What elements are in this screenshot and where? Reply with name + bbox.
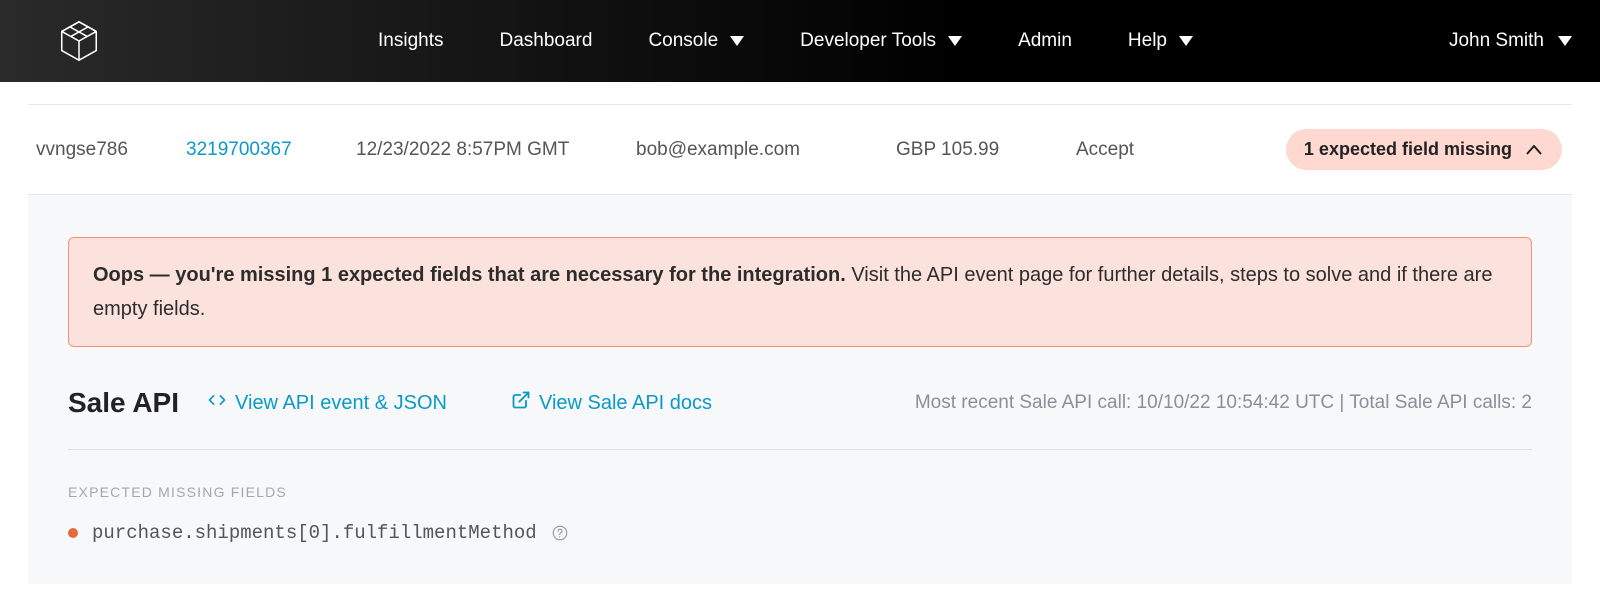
nav-item-developer-tools[interactable]: Developer Tools	[800, 30, 962, 52]
nav-label: Admin	[1018, 30, 1072, 52]
nav-label: Help	[1128, 30, 1167, 52]
nav-items: Insights Dashboard Console Developer Too…	[378, 30, 1572, 52]
api-header: Sale API View API event & JSON View Sale…	[68, 387, 1532, 450]
logo-icon	[56, 18, 102, 64]
status-dot-icon	[68, 528, 78, 538]
alert-bold-text: Oops — you're missing 1 expected fields …	[93, 264, 846, 286]
detail-panel: Oops — you're missing 1 expected fields …	[28, 194, 1572, 584]
chevron-down-icon	[730, 36, 744, 46]
link-label: View API event & JSON	[235, 392, 447, 415]
top-nav: Insights Dashboard Console Developer Too…	[0, 0, 1600, 82]
nav-label: Console	[648, 30, 718, 52]
view-api-event-link[interactable]: View API event & JSON	[207, 390, 447, 416]
nav-item-dashboard[interactable]: Dashboard	[499, 30, 592, 52]
missing-fields-heading: EXPECTED MISSING FIELDS	[68, 484, 1532, 500]
user-name: John Smith	[1449, 30, 1544, 52]
chevron-down-icon	[1558, 36, 1572, 46]
order-email: bob@example.com	[636, 139, 896, 161]
external-link-icon	[511, 390, 531, 416]
api-title: Sale API	[68, 387, 179, 419]
order-col-0: vvngse786	[36, 139, 186, 161]
order-id-link[interactable]: 3219700367	[186, 139, 356, 161]
user-menu[interactable]: John Smith	[1449, 30, 1572, 52]
missing-field-row: purchase.shipments[0].fulfillmentMethod	[68, 522, 1532, 544]
missing-field-path: purchase.shipments[0].fulfillmentMethod	[92, 522, 537, 544]
nav-item-help[interactable]: Help	[1128, 30, 1193, 52]
alert-banner: Oops — you're missing 1 expected fields …	[68, 237, 1532, 347]
nav-label: Dashboard	[499, 30, 592, 52]
missing-fields-pill[interactable]: 1 expected field missing	[1286, 129, 1562, 170]
pill-label: 1 expected field missing	[1304, 139, 1512, 160]
table-row: vvngse786 3219700367 12/23/2022 8:57PM G…	[28, 104, 1572, 194]
api-meta-text: Most recent Sale API call: 10/10/22 10:5…	[915, 392, 1532, 414]
order-timestamp: 12/23/2022 8:57PM GMT	[356, 139, 636, 161]
nav-label: Developer Tools	[800, 30, 936, 52]
code-icon	[207, 390, 227, 416]
nav-item-console[interactable]: Console	[648, 30, 744, 52]
chevron-down-icon	[1179, 36, 1193, 46]
nav-item-admin[interactable]: Admin	[1018, 30, 1072, 52]
help-icon[interactable]	[551, 524, 569, 542]
chevron-down-icon	[948, 36, 962, 46]
order-amount: GBP 105.99	[896, 139, 1076, 161]
content: vvngse786 3219700367 12/23/2022 8:57PM G…	[28, 104, 1572, 584]
chevron-up-icon	[1526, 145, 1542, 155]
nav-label: Insights	[378, 30, 443, 52]
link-label: View Sale API docs	[539, 392, 712, 415]
view-api-docs-link[interactable]: View Sale API docs	[511, 390, 712, 416]
order-action: Accept	[1076, 139, 1256, 161]
nav-item-insights[interactable]: Insights	[378, 30, 443, 52]
